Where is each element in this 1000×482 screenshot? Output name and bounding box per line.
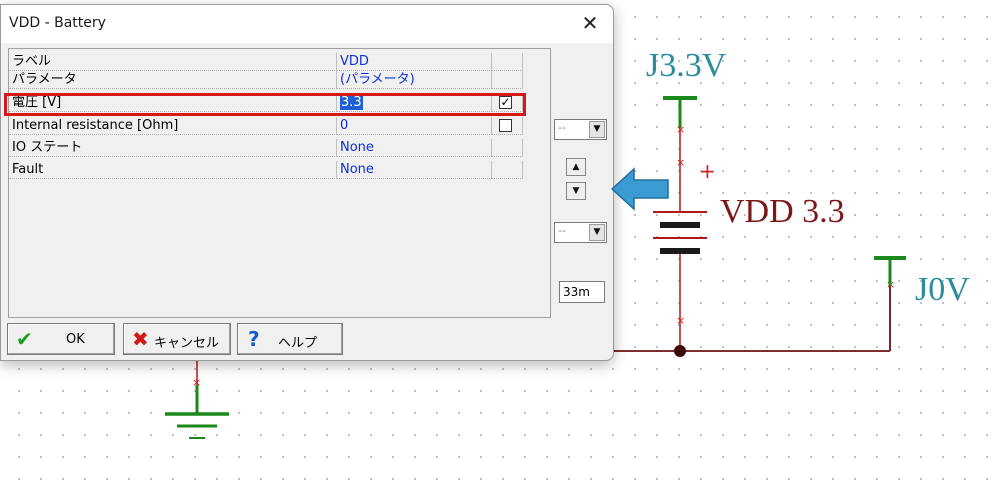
- unit-combo-bottom[interactable]: -- ▼: [554, 222, 607, 243]
- battery-plus-sign: +: [699, 159, 716, 183]
- property-check-cell: [492, 71, 523, 89]
- question-mark-icon: ?: [248, 327, 260, 351]
- property-grid: ラベル VDD パラメータ (パラメータ) 電圧 [V] 3.3 ✓ Inter…: [8, 48, 551, 318]
- junction-dot: [674, 345, 686, 357]
- property-name: ラベル: [9, 53, 337, 71]
- property-value[interactable]: None: [337, 139, 492, 157]
- ground-symbol[interactable]: [165, 385, 229, 439]
- chevron-down-icon[interactable]: ▼: [589, 121, 605, 138]
- power-label-j3v3: J3.3V: [646, 47, 727, 84]
- property-value[interactable]: 0: [337, 117, 492, 135]
- power-label-j0v: J0V: [915, 271, 970, 308]
- cross-icon: ✖: [132, 327, 149, 351]
- cancel-label: キャンセル: [154, 336, 220, 351]
- property-value[interactable]: (パラメータ): [337, 71, 492, 89]
- battery-properties-dialog: VDD - Battery ✕ ラベル VDD パラメータ (パラメータ) 電圧…: [0, 4, 614, 361]
- spin-up-button[interactable]: ▲: [566, 158, 586, 176]
- property-check-cell: [492, 161, 523, 179]
- power-symbol-j0v[interactable]: [874, 256, 906, 286]
- dialog-title: VDD - Battery: [9, 15, 106, 31]
- property-check-cell: [492, 139, 523, 157]
- battery-symbol[interactable]: [653, 211, 707, 262]
- property-name: パラメータ: [9, 71, 337, 89]
- help-label: ヘルプ: [278, 336, 318, 351]
- property-value[interactable]: VDD: [337, 53, 492, 71]
- property-value[interactable]: None: [337, 161, 492, 179]
- battery-label: VDD 3.3: [720, 193, 845, 230]
- checkmark-icon: ✔: [16, 327, 33, 351]
- ok-label: OK: [66, 332, 85, 347]
- cancel-button[interactable]: ✖ キャンセル: [123, 323, 231, 355]
- help-button[interactable]: ? ヘルプ: [237, 323, 343, 355]
- property-name: Fault: [9, 161, 337, 179]
- pointer-arrow-icon: [610, 167, 669, 211]
- wire-node-marker: ×: [676, 314, 685, 327]
- spin-down-button[interactable]: ▼: [566, 182, 586, 200]
- wire-node-marker: ×: [676, 156, 685, 169]
- dialog-titlebar[interactable]: VDD - Battery ✕: [1, 5, 613, 43]
- wire-node-marker: ×: [676, 123, 685, 136]
- chevron-down-icon[interactable]: ▼: [589, 224, 605, 241]
- ok-button[interactable]: ✔ OK: [7, 323, 115, 355]
- property-row-io-state[interactable]: IO ステート None: [9, 139, 523, 157]
- property-row-fault[interactable]: Fault None: [9, 161, 523, 179]
- combo-value: --: [558, 224, 566, 237]
- property-row-internal-resistance[interactable]: Internal resistance [Ohm] 0: [9, 117, 523, 135]
- property-row-label[interactable]: ラベル VDD: [9, 53, 523, 71]
- property-check-cell: [492, 117, 523, 135]
- internal-resistance-checkbox[interactable]: [499, 119, 512, 132]
- close-icon: ✕: [581, 11, 599, 35]
- property-name: Internal resistance [Ohm]: [9, 117, 337, 135]
- combo-value: --: [558, 121, 566, 134]
- step-input[interactable]: 33m: [559, 281, 605, 303]
- property-row-parameter[interactable]: パラメータ (パラメータ): [9, 71, 523, 89]
- voltage-row-highlight: [4, 93, 526, 116]
- property-check-cell: [492, 53, 523, 71]
- unit-combo-top[interactable]: -- ▼: [554, 119, 607, 140]
- property-name: IO ステート: [9, 139, 337, 157]
- close-button[interactable]: ✕: [567, 5, 613, 43]
